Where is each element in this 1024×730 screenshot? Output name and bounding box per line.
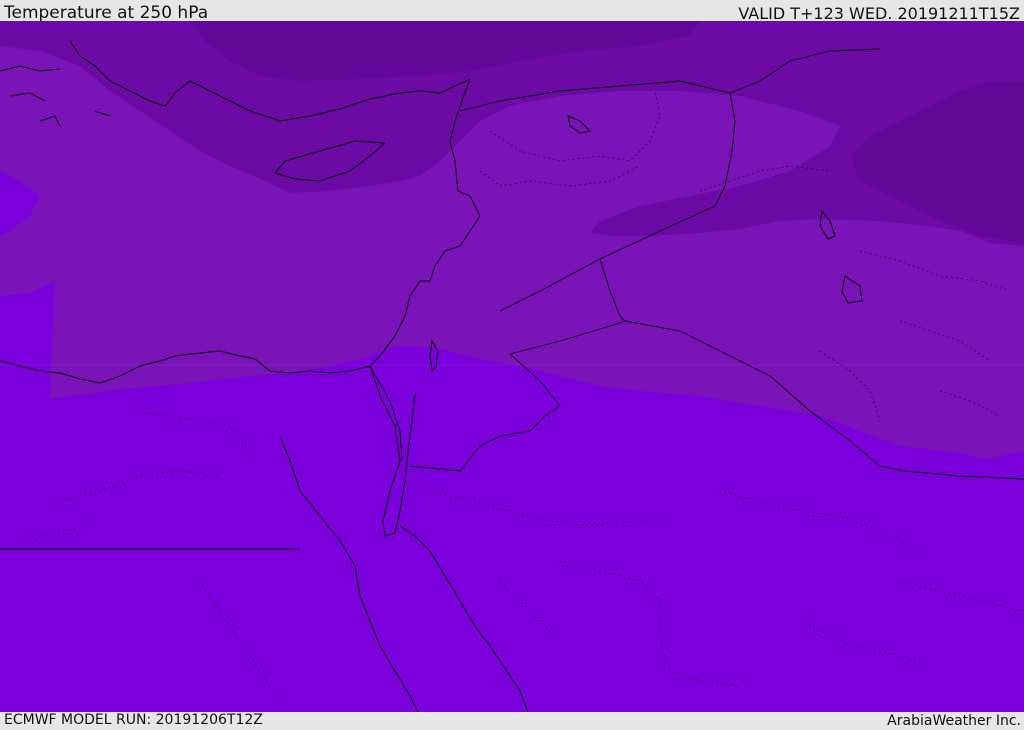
header-bar: Temperature at 250 hPa VALID T+123 WED. … — [0, 0, 1024, 23]
provider-credit: ArabiaWeather Inc. — [887, 713, 1021, 729]
weather-map — [0, 21, 1024, 712]
model-run: ECMWF MODEL RUN: 20191206T12Z — [4, 712, 263, 728]
map-title: Temperature at 250 hPa — [4, 3, 209, 23]
footer-bar: ECMWF MODEL RUN: 20191206T12Z ArabiaWeat… — [0, 712, 1024, 729]
